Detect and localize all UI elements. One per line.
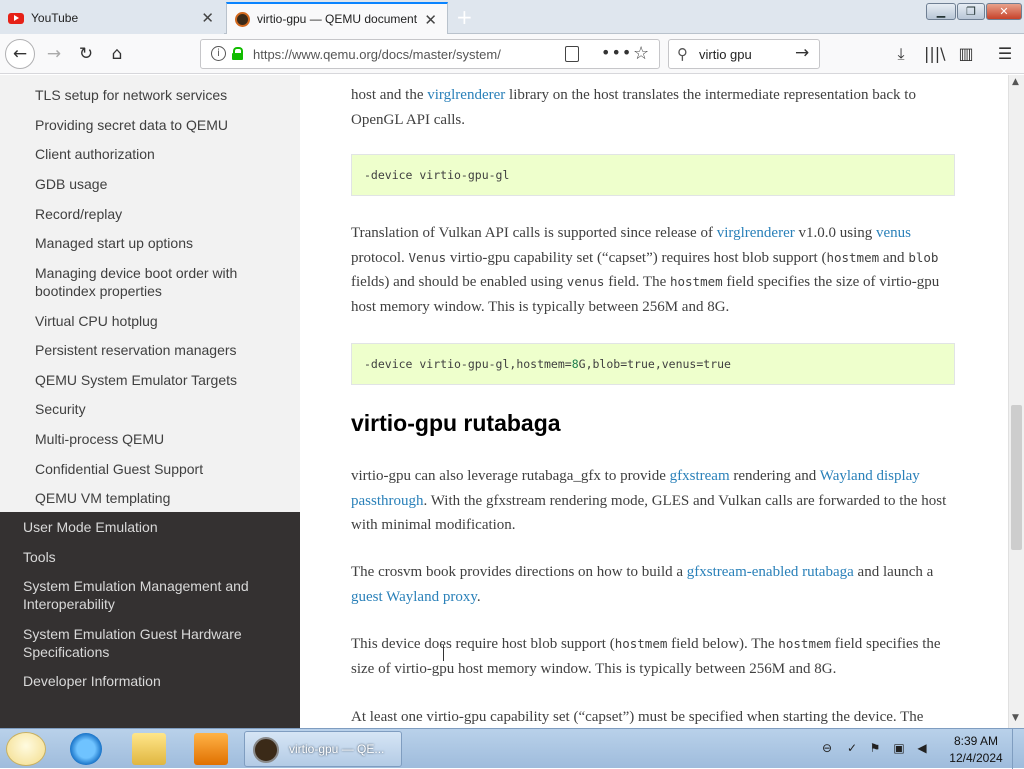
search-input[interactable]: ⚲ virtio gpu → [668,39,820,69]
sidebar-item-cpu-hotplug[interactable]: Virtual CPU hotplug [35,312,285,330]
search-query[interactable]: virtio gpu [699,47,752,62]
sidebar-item-boot-order[interactable]: Managing device boot order with bootinde… [35,264,285,300]
home-icon[interactable]: ⌂ [103,40,131,68]
taskbar-firefox-window[interactable]: virtio-gpu — QE... [244,731,402,767]
code-block: -device virtio-gpu-gl [351,154,955,196]
sidebar-section-developer[interactable]: Developer Information [23,672,283,690]
sidebar-item-targets[interactable]: QEMU System Emulator Targets [35,371,285,389]
taskbar-window-label: virtio-gpu — QE... [289,742,385,756]
minimize-button[interactable]: ▁ [926,3,956,20]
sidebar-section-management[interactable]: System Emulation Management and Interope… [23,577,283,613]
navigation-toolbar: ← → ↻ ⌂ i https://www.qemu.org/docs/mast… [0,34,1024,74]
media-player-icon[interactable] [194,733,228,765]
tray-security-icon[interactable]: ✓ [845,741,859,755]
link-wayland-proxy[interactable]: guest Wayland proxy [351,589,477,605]
sidebar-item-multiprocess[interactable]: Multi-process QEMU [35,430,285,448]
link-virglrenderer[interactable]: virglrenderer [717,225,795,241]
new-tab-button[interactable]: + [456,5,473,29]
start-button[interactable] [6,732,46,766]
back-arrow-icon[interactable]: ← [5,39,35,69]
tab-label: YouTube [31,11,79,25]
download-icon[interactable]: ⤓ [891,44,911,64]
bookmark-star-icon[interactable]: ☆ [633,43,649,64]
taskbar: virtio-gpu — QE... ⊖ ✓ ⚑ ▣ ◀ 8:39 AM 12/… [0,728,1024,769]
menu-icon[interactable]: ☰ [995,44,1015,63]
sidebar-item-client-auth[interactable]: Client authorization [35,145,285,163]
internet-explorer-icon[interactable] [70,733,102,765]
section-heading: virtio-gpu rutabaga [351,410,561,436]
sidebar-item-startup[interactable]: Managed start up options [35,234,285,252]
text-cursor [443,645,449,661]
page-actions-icon[interactable]: ••• [601,43,632,62]
sidebar-item-record-replay[interactable]: Record/replay [35,205,285,223]
sidebar-nav: TLS setup for network services Providing… [0,75,300,512]
sidebar-item-secret-data[interactable]: Providing secret data to QEMU [35,116,285,134]
sidebar-item-tls[interactable]: TLS setup for network services [35,86,285,104]
url-text[interactable]: https://www.qemu.org/docs/master/system/ [253,47,553,62]
paragraph: At least one virtio-gpu capability set (… [351,709,924,725]
sidebar-section-tools[interactable]: Tools [23,548,283,566]
reader-view-icon[interactable] [565,46,579,62]
scroll-down-icon[interactable]: ▼ [1012,713,1019,723]
sidebar-section-guest-hardware[interactable]: System Emulation Guest Hardware Specific… [23,625,283,661]
search-icon: ⚲ [677,45,688,63]
close-tab-icon[interactable]: ✕ [201,9,214,27]
tray-flag-icon[interactable]: ⚑ [868,741,882,755]
lock-icon[interactable] [232,47,243,60]
sidebar-item-security[interactable]: Security [35,400,285,418]
scroll-up-icon[interactable]: ▲ [1012,77,1019,87]
sidebar-section-user-mode[interactable]: User Mode Emulation [23,518,283,536]
scrollbar[interactable]: ▲ ▼ [1008,75,1024,728]
close-tab-icon[interactable]: ✕ [424,11,437,29]
clock-time[interactable]: 8:39 AM [946,734,1006,748]
link-virglrenderer[interactable]: virglrenderer [427,87,505,103]
clock-date[interactable]: 12/4/2024 [946,751,1006,765]
info-icon[interactable]: i [211,46,226,61]
go-arrow-icon[interactable]: → [795,43,809,63]
sidebar-item-vm-templating[interactable]: QEMU VM templating [35,489,285,507]
tab-qemu-docs[interactable]: virtio-gpu — QEMU document ✕ [226,2,448,34]
tab-youtube[interactable]: YouTube ✕ [0,2,224,34]
tab-label: virtio-gpu — QEMU document [257,12,417,26]
firefox-icon [253,737,279,763]
tray-volume-icon[interactable]: ◀ [915,741,929,755]
library-icon[interactable]: |||\ [924,44,946,63]
url-bar[interactable]: i https://www.qemu.org/docs/master/syste… [200,39,660,69]
scrollbar-thumb[interactable] [1011,405,1022,550]
link-gfxstream-rutabaga[interactable]: gfxstream-enabled rutabaga [687,564,854,580]
paragraph: virtio-gpu can also leverage rutabaga_gf… [351,468,947,533]
show-desktop-button[interactable] [1012,729,1024,769]
close-window-button[interactable]: ✕ [986,3,1022,20]
forward-arrow-icon[interactable]: → [40,40,68,68]
title-bar: YouTube ✕ virtio-gpu — QEMU document ✕ +… [0,0,1024,34]
paragraph: Translation of Vulkan API calls is suppo… [351,225,940,315]
main-content: host and the virglrenderer library on th… [300,75,1008,728]
link-gfxstream[interactable]: gfxstream [670,468,730,484]
paragraph: The crosvm book provides directions on h… [351,564,934,605]
sidebar-item-gdb[interactable]: GDB usage [35,175,285,193]
sidebar-icon[interactable]: ▥ [956,44,976,63]
sidebar-item-confidential[interactable]: Confidential Guest Support [35,460,285,478]
sidebar-item-reservation[interactable]: Persistent reservation managers [35,341,285,359]
sidebar-sections: User Mode Emulation Tools System Emulati… [0,512,300,728]
file-explorer-icon[interactable] [132,733,166,765]
link-venus[interactable]: venus [876,225,911,241]
tray-network-icon[interactable]: ▣ [892,741,906,755]
youtube-icon [8,12,24,24]
code-block: -device virtio-gpu-gl,hostmem=8G,blob=tr… [351,343,955,385]
tray-minus-icon[interactable]: ⊖ [820,741,834,755]
qemu-favicon [235,11,250,27]
reload-icon[interactable]: ↻ [72,40,100,68]
paragraph: host and the virglrenderer library on th… [351,87,916,128]
maximize-button[interactable]: ❐ [957,3,985,20]
